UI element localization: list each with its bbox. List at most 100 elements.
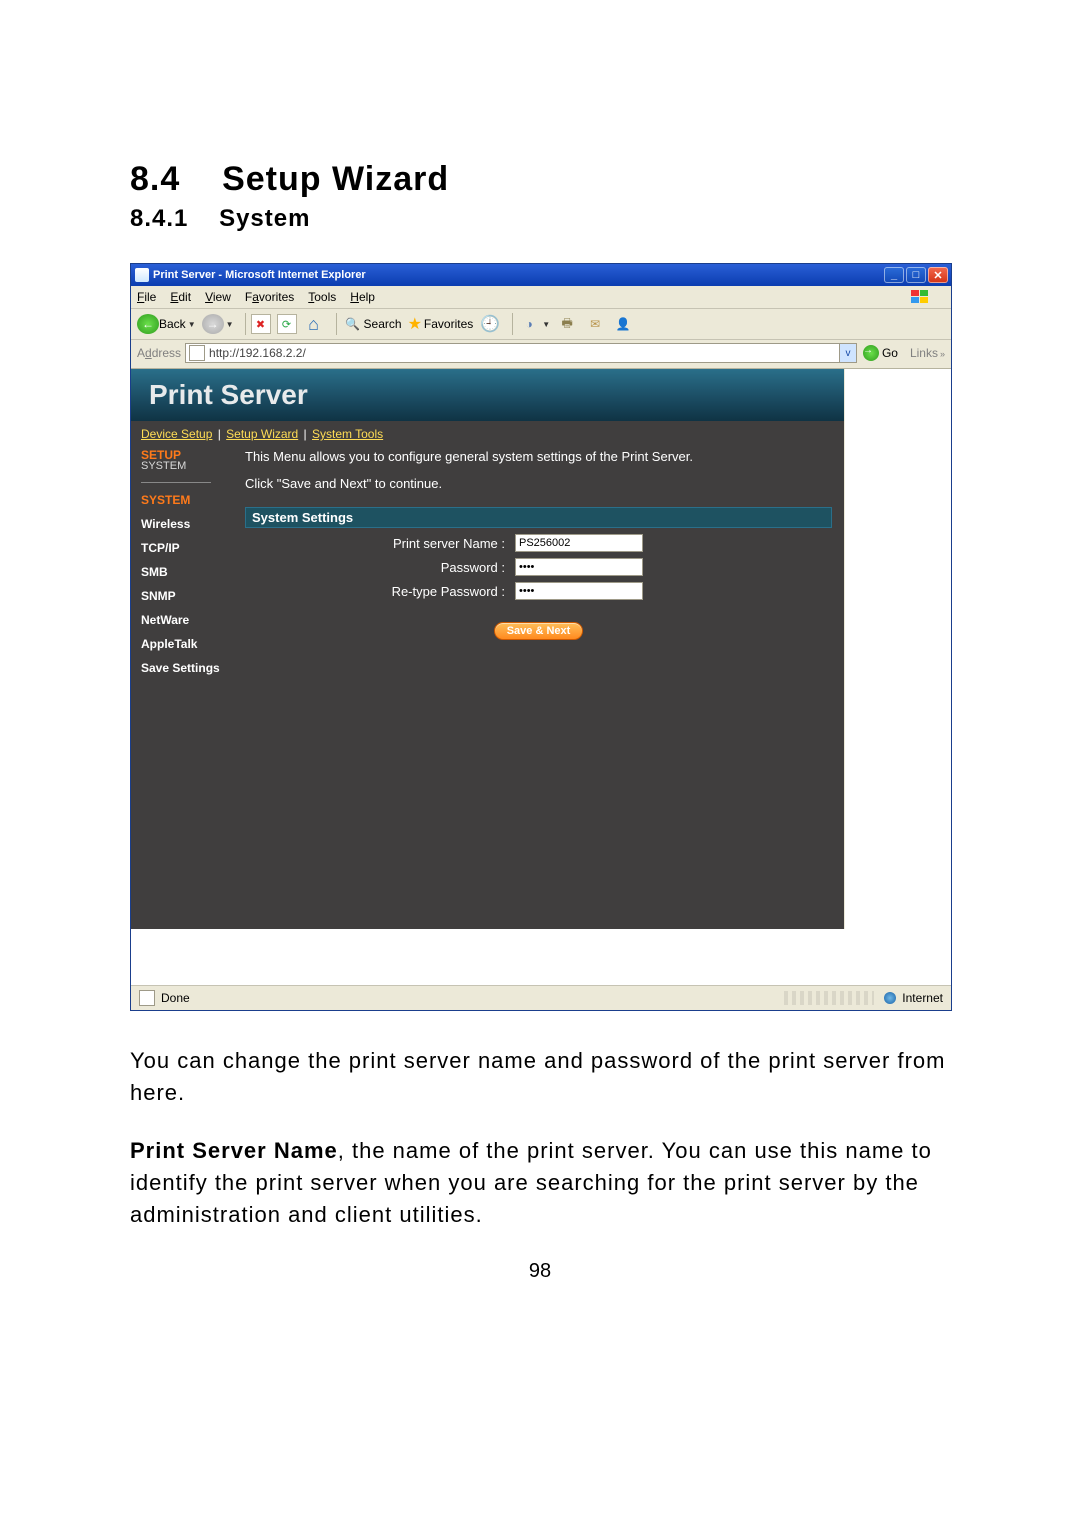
- go-label: Go: [882, 346, 898, 360]
- back-button[interactable]: ← Back ▼: [137, 314, 196, 334]
- print-server-name-input[interactable]: [515, 534, 643, 552]
- status-text: Done: [161, 991, 190, 1005]
- sidebar-divider: [141, 482, 211, 483]
- window-buttons: _ □ ✕: [882, 267, 948, 283]
- chevron-down-icon: ▼: [226, 320, 234, 329]
- ie-icon: [135, 268, 149, 282]
- status-zone: Internet: [902, 991, 943, 1005]
- sidebar-item-appletalk[interactable]: AppleTalk: [141, 637, 237, 651]
- links-label: Links: [910, 346, 938, 360]
- address-field[interactable]: http://192.168.2.2/: [185, 343, 840, 363]
- retype-password-label: Re-type Password :: [245, 584, 515, 599]
- section-number: 8.4: [130, 160, 180, 198]
- sidebar-item-tcpip[interactable]: TCP/IP: [141, 541, 237, 555]
- forward-button[interactable]: → ▼: [202, 314, 234, 334]
- media-icon: ◑: [518, 314, 540, 334]
- viewport-bottom-gutter: [131, 929, 951, 985]
- menu-tools[interactable]: Tools: [308, 290, 336, 304]
- chevron-down-icon: ▼: [542, 320, 550, 329]
- print-button[interactable]: 🖶: [556, 314, 578, 334]
- go-icon: →: [863, 345, 879, 361]
- mail-button[interactable]: ✉: [584, 314, 606, 334]
- search-button[interactable]: 🔍 Search: [342, 314, 402, 334]
- continue-text: Click "Save and Next" to continue.: [245, 476, 832, 491]
- sidebar-item-netware[interactable]: NetWare: [141, 613, 237, 627]
- history-button[interactable]: 🕘: [479, 314, 501, 334]
- breadcrumb: Device Setup | Setup Wizard | System Too…: [131, 421, 844, 445]
- crumb-system-tools[interactable]: System Tools: [312, 427, 383, 441]
- status-bar: Done Internet: [131, 985, 951, 1010]
- address-bar: Address http://192.168.2.2/ v → Go Links…: [131, 340, 951, 369]
- sidebar-item-smb[interactable]: SMB: [141, 565, 237, 579]
- menu-view[interactable]: View: [205, 290, 231, 304]
- viewport-right-gutter: [844, 369, 951, 929]
- history-icon: 🕘: [479, 314, 501, 334]
- subsection-heading: 8.4.1 System: [130, 205, 950, 233]
- window-title: Print Server - Microsoft Internet Explor…: [153, 269, 366, 281]
- media-button[interactable]: ◑▼: [518, 314, 550, 334]
- maximize-button[interactable]: □: [906, 267, 926, 283]
- subsection-number: 8.4.1: [130, 205, 188, 232]
- search-label: Search: [364, 317, 402, 331]
- sidebar-item-system[interactable]: SYSTEM: [141, 493, 237, 507]
- sidebar-item-wireless[interactable]: Wireless: [141, 517, 237, 531]
- print-icon: 🖶: [556, 314, 578, 334]
- doc-paragraph-2: Print Server Name, the name of the print…: [130, 1135, 950, 1231]
- back-label: Back: [159, 317, 186, 331]
- messenger-button[interactable]: 👤: [612, 314, 634, 334]
- retype-password-input[interactable]: [515, 582, 643, 600]
- toolbar: ← Back ▼ → ▼ ✖ ⟳ ⌂ 🔍 Search ★ Favorites …: [131, 309, 951, 340]
- toolbar-separator: [512, 313, 513, 335]
- toolbar-separator: [245, 313, 246, 335]
- row-retype-password: Re-type Password :: [245, 582, 832, 600]
- mail-icon: ✉: [584, 314, 606, 334]
- close-button[interactable]: ✕: [928, 267, 948, 283]
- favorites-button[interactable]: ★ Favorites: [408, 314, 474, 334]
- home-button[interactable]: ⌂: [303, 314, 325, 334]
- page-banner: Print Server: [131, 369, 844, 421]
- refresh-button[interactable]: ⟳: [277, 314, 297, 334]
- star-icon: ★: [408, 314, 422, 334]
- sidebar-item-snmp[interactable]: SNMP: [141, 589, 237, 603]
- windows-flag-icon: [909, 288, 931, 306]
- address-label: Address: [137, 346, 181, 360]
- go-button[interactable]: → Go: [863, 345, 898, 361]
- sidebar-item-save-settings[interactable]: Save Settings: [141, 661, 237, 675]
- back-icon: ←: [137, 314, 159, 334]
- crumb-device-setup[interactable]: Device Setup: [141, 427, 212, 441]
- messenger-icon: 👤: [612, 314, 634, 334]
- status-segments: [784, 991, 874, 1005]
- internet-zone-icon: [884, 992, 896, 1004]
- toolbar-separator: [336, 313, 337, 335]
- doc-paragraph-1: You can change the print server name and…: [130, 1045, 950, 1109]
- crumb-setup-wizard[interactable]: Setup Wizard: [226, 427, 298, 441]
- links-button[interactable]: Links»: [910, 346, 945, 360]
- page-icon: [139, 990, 155, 1006]
- stop-button[interactable]: ✖: [251, 314, 271, 334]
- save-next-button[interactable]: Save & Next: [494, 622, 584, 640]
- minimize-button[interactable]: _: [884, 267, 904, 283]
- chevron-down-icon: ▼: [188, 320, 196, 329]
- window-titlebar: Print Server - Microsoft Internet Explor…: [131, 264, 951, 286]
- home-icon: ⌂: [303, 314, 325, 334]
- address-dropdown[interactable]: v: [840, 343, 857, 363]
- sidebar: SETUP SYSTEM SYSTEM Wireless TCP/IP SMB …: [131, 445, 237, 929]
- menu-edit[interactable]: Edit: [170, 290, 191, 304]
- row-print-server-name: Print server Name :: [245, 534, 832, 552]
- menu-favorites[interactable]: Favorites: [245, 290, 294, 304]
- password-input[interactable]: [515, 558, 643, 576]
- menu-file[interactable]: File: [137, 290, 156, 304]
- menu-help[interactable]: Help: [350, 290, 375, 304]
- section-title: Setup Wizard: [222, 160, 449, 198]
- ie-window: Print Server - Microsoft Internet Explor…: [130, 263, 952, 1011]
- subsection-title: System: [219, 205, 310, 232]
- browser-viewport: Print Server Device Setup | Setup Wizard…: [131, 369, 951, 929]
- page-icon: [189, 345, 205, 361]
- chevron-right-icon: »: [940, 349, 945, 359]
- address-url: http://192.168.2.2/: [209, 346, 306, 360]
- main-panel: This Menu allows you to configure genera…: [237, 445, 844, 929]
- favorites-label: Favorites: [424, 317, 473, 331]
- print-server-name-label: Print server Name :: [245, 536, 515, 551]
- password-label: Password :: [245, 560, 515, 575]
- search-icon: 🔍: [342, 314, 364, 334]
